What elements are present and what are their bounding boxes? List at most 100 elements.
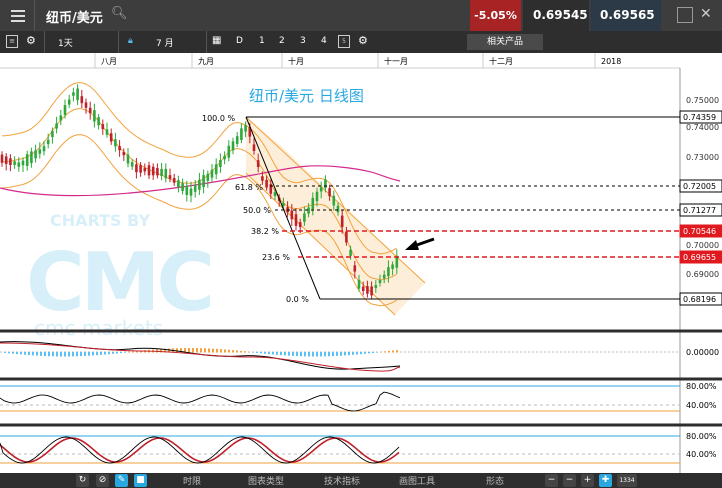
month-label: 十二月: [489, 56, 513, 66]
tab-patterns[interactable]: 形态: [486, 474, 504, 487]
tab-timeframe[interactable]: 时限: [183, 474, 201, 487]
candle-body: [366, 286, 369, 294]
candle-body: [0, 154, 4, 163]
macd-bar: [92, 352, 94, 356]
macd-bar: [36, 352, 38, 356]
candle-body: [357, 279, 361, 289]
candle-body: [382, 274, 386, 279]
related-products-button[interactable]: 相关产品: [467, 34, 543, 50]
macd-bar: [312, 352, 314, 357]
macd-bar: [304, 352, 306, 357]
menu-icon[interactable]: [0, 0, 35, 31]
price-tick: 0.74000: [686, 123, 719, 132]
candle-body: [25, 154, 29, 166]
tab-indicators[interactable]: 技术指标: [324, 474, 360, 487]
candle-body: [34, 150, 37, 159]
zoom-out-icon[interactable]: −: [545, 474, 558, 487]
macd-bar: [376, 352, 378, 353]
list-icon[interactable]: ≡: [6, 35, 18, 48]
macd-bar: [116, 352, 118, 354]
candle-body: [214, 164, 218, 175]
candle-body: [353, 265, 357, 272]
maximize-icon[interactable]: [677, 7, 693, 23]
search-icon[interactable]: 🔍︎: [111, 6, 128, 21]
zoom-minus-icon[interactable]: −: [563, 474, 576, 487]
layout-2[interactable]: 2: [279, 36, 285, 46]
candle-body: [349, 249, 352, 256]
macd-bar: [40, 352, 42, 356]
macd-bar: [244, 351, 246, 353]
month-label: 九月: [198, 57, 214, 66]
calendar-icon[interactable]: ▦: [212, 35, 221, 46]
tab-chart-type[interactable]: 图表类型: [248, 474, 284, 487]
candle-body: [67, 99, 71, 105]
sell-price-button[interactable]: 0.69545 ↓: [523, 0, 589, 53]
candle-body: [101, 124, 105, 130]
color-icon[interactable]: ■: [134, 474, 147, 487]
refresh-icon[interactable]: ↻: [76, 474, 89, 487]
layout-3[interactable]: 3: [300, 36, 306, 46]
candle-body: [340, 215, 344, 227]
candle-body: [374, 285, 378, 289]
macd-panel[interactable]: [0, 341, 680, 372]
macd-bar: [368, 352, 370, 354]
instrument-name[interactable]: 纽币/美元: [46, 7, 103, 26]
candle-body: [177, 180, 180, 188]
candle-body: [206, 173, 210, 181]
candle-body: [181, 183, 184, 191]
rsi-panel[interactable]: [0, 385, 680, 412]
macd-bar: [232, 350, 234, 353]
candle-body: [324, 179, 327, 189]
zoom-in-icon[interactable]: +: [581, 474, 594, 487]
close-icon[interactable]: ✕: [700, 7, 716, 23]
zoom-level[interactable]: 1334: [617, 474, 637, 487]
candle-body: [370, 286, 373, 296]
bottom-bar: ↻ ⊘ ✎ ■ 时限 图表类型 技术指标 画图工具 形态 − − + ✚ 133…: [0, 473, 722, 488]
macd-bar: [264, 352, 266, 354]
candle-body: [114, 139, 117, 147]
lock-icon[interactable]: 🔒︎: [128, 36, 133, 46]
macd-bar: [364, 352, 366, 354]
layout-grid-icon[interactable]: 5: [338, 35, 350, 48]
candle-body: [118, 146, 121, 151]
macd-bar: [300, 352, 302, 357]
settings-icon[interactable]: ⚙: [26, 34, 36, 47]
layout-d[interactable]: D: [236, 36, 243, 46]
macd-bar: [28, 352, 30, 356]
no-draw-icon[interactable]: ⊘: [96, 474, 109, 487]
candle-body: [76, 88, 79, 101]
candle-body: [147, 165, 151, 176]
macd-bar: [80, 352, 82, 357]
top-bar: 纽币/美元 🔍︎ -5.05% 0.69545 ↓ 0.69565 ↑ ✕: [0, 0, 722, 53]
stochastic-panel[interactable]: [0, 435, 680, 464]
macd-bar: [192, 348, 194, 353]
candle-body: [345, 231, 348, 243]
chart-title: 纽币/美元 日线图: [249, 87, 364, 105]
stoch-d-line: [0, 437, 400, 463]
candle-body: [294, 214, 298, 226]
layout-1[interactable]: 1: [259, 36, 265, 46]
tab-drawing-tools[interactable]: 画图工具: [399, 474, 435, 487]
candle-body: [252, 144, 256, 151]
chart-settings-icon[interactable]: ⚙: [358, 34, 368, 47]
pencil-icon[interactable]: ✎: [115, 474, 128, 487]
candle-body: [151, 166, 155, 176]
macd-bar: [224, 349, 226, 353]
chart-area[interactable]: 八月 九月 十月 十一月 十二月 2018 CHARTS BY CMC cmc …: [0, 53, 722, 473]
layout-4[interactable]: 4: [321, 36, 327, 46]
macd-bar: [24, 352, 26, 355]
fib-label: 23.6 %: [262, 253, 290, 262]
candle-body: [143, 167, 147, 172]
buy-price-button[interactable]: 0.69565 ↑: [591, 0, 661, 53]
macd-bar: [44, 352, 46, 357]
candle-body: [332, 195, 336, 206]
price-chart[interactable]: 八月 九月 十月 十一月 十二月 2018 CHARTS BY CMC cmc …: [0, 53, 722, 473]
range-select[interactable]: 7 月: [156, 36, 174, 49]
macd-bar: [60, 352, 62, 357]
crosshair-icon[interactable]: ✚: [599, 474, 612, 487]
timeframe-select[interactable]: 1天: [58, 36, 73, 49]
candle-body: [378, 280, 382, 284]
macd-bar: [256, 352, 258, 353]
watermark-charts-by: CHARTS BY: [50, 211, 150, 230]
arrow-annotation[interactable]: [405, 237, 435, 250]
